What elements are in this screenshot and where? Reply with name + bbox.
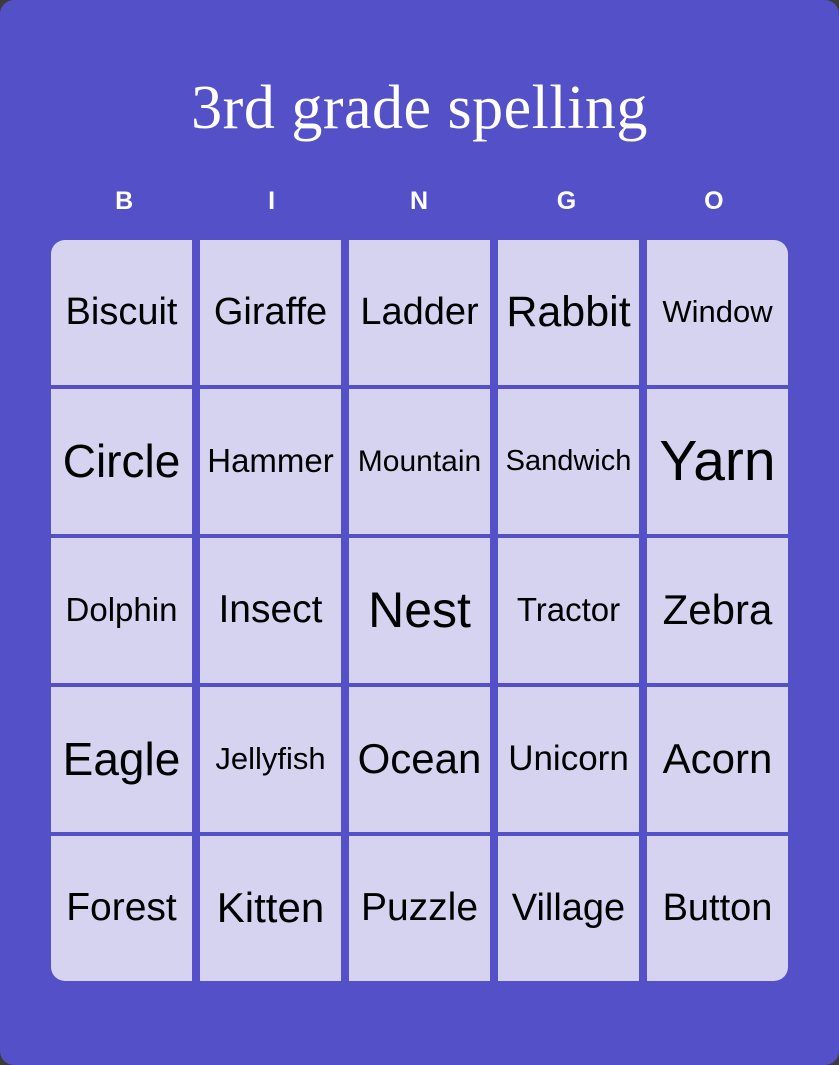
bingo-cell[interactable]: Circle [51, 389, 192, 534]
bingo-cell[interactable]: Eagle [51, 687, 192, 832]
bingo-cell-label: Tractor [516, 591, 621, 629]
bingo-cell-label: Yarn [659, 428, 776, 493]
bingo-cell[interactable]: Yarn [647, 389, 788, 534]
bingo-header-letter-n: N [409, 187, 430, 215]
bingo-cell[interactable]: Village [498, 836, 639, 981]
bingo-cell[interactable]: Sandwich [498, 389, 639, 534]
bingo-cell-label: Kitten [216, 884, 325, 932]
bingo-cell-label: Puzzle [360, 886, 479, 930]
bingo-cell[interactable]: Nest [349, 538, 490, 683]
bingo-cell-label: Circle [62, 435, 181, 488]
bingo-cell[interactable]: Unicorn [498, 687, 639, 832]
bingo-cell-label: Button [662, 886, 773, 929]
bingo-cell[interactable]: Rabbit [498, 240, 639, 385]
bingo-cell[interactable]: Ladder [349, 240, 490, 385]
bingo-cell[interactable]: Window [647, 240, 788, 385]
bingo-cell-label: Zebra [662, 586, 773, 634]
bingo-cell-label: Insect [218, 588, 323, 632]
bingo-cell-label: Nest [368, 582, 471, 639]
bingo-cell[interactable]: Kitten [200, 836, 341, 981]
bingo-cell[interactable]: Puzzle [349, 836, 490, 981]
bingo-cell-label: Mountain [357, 444, 482, 478]
bingo-cell-label: Rabbit [506, 287, 631, 336]
bingo-cell[interactable]: Forest [51, 836, 192, 981]
bingo-cell-label: Jellyfish [215, 741, 326, 777]
bingo-cell-label: Acorn [662, 735, 773, 783]
bingo-header-letter-g: G [556, 187, 578, 215]
bingo-cell[interactable]: Jellyfish [200, 687, 341, 832]
bingo-cell[interactable]: Mountain [349, 389, 490, 534]
bingo-cell-label: Ladder [360, 290, 479, 333]
bingo-cell[interactable]: Acorn [647, 687, 788, 832]
bingo-header-letter-i: I [268, 187, 277, 215]
bingo-cell[interactable]: Tractor [498, 538, 639, 683]
bingo-cell[interactable]: Biscuit [51, 240, 192, 385]
bingo-cell-label: Hammer [207, 442, 334, 480]
bingo-header-letter-b: B [115, 187, 135, 215]
bingo-cell-label: Ocean [357, 735, 482, 783]
bingo-card: 3rd grade spelling B I N G O Biscuit Gir… [0, 0, 839, 1065]
bingo-header-letter-o: O [704, 187, 725, 215]
bingo-cell-label: Giraffe [213, 290, 328, 333]
bingo-cell-label: Forest [66, 886, 177, 930]
bingo-cell[interactable]: Dolphin [51, 538, 192, 683]
bingo-header-row: B I N G O [51, 186, 788, 216]
bingo-cell-label: Sandwich [505, 445, 632, 478]
page-title: 3rd grade spelling [191, 74, 648, 142]
bingo-cell-label: Unicorn [508, 739, 629, 779]
bingo-cell-label: Biscuit [65, 290, 178, 333]
bingo-cell[interactable]: Ocean [349, 687, 490, 832]
bingo-cell[interactable]: Insect [200, 538, 341, 683]
bingo-grid: Biscuit Giraffe Ladder Rabbit Window Cir… [51, 240, 788, 981]
bingo-cell[interactable]: Zebra [647, 538, 788, 683]
bingo-cell-label: Village [511, 886, 626, 929]
bingo-cell[interactable]: Giraffe [200, 240, 341, 385]
bingo-cell-label: Dolphin [65, 591, 178, 629]
bingo-cell-label: Window [662, 294, 773, 330]
bingo-cell[interactable]: Button [647, 836, 788, 981]
bingo-cell-label: Eagle [62, 733, 181, 786]
bingo-cell[interactable]: Hammer [200, 389, 341, 534]
